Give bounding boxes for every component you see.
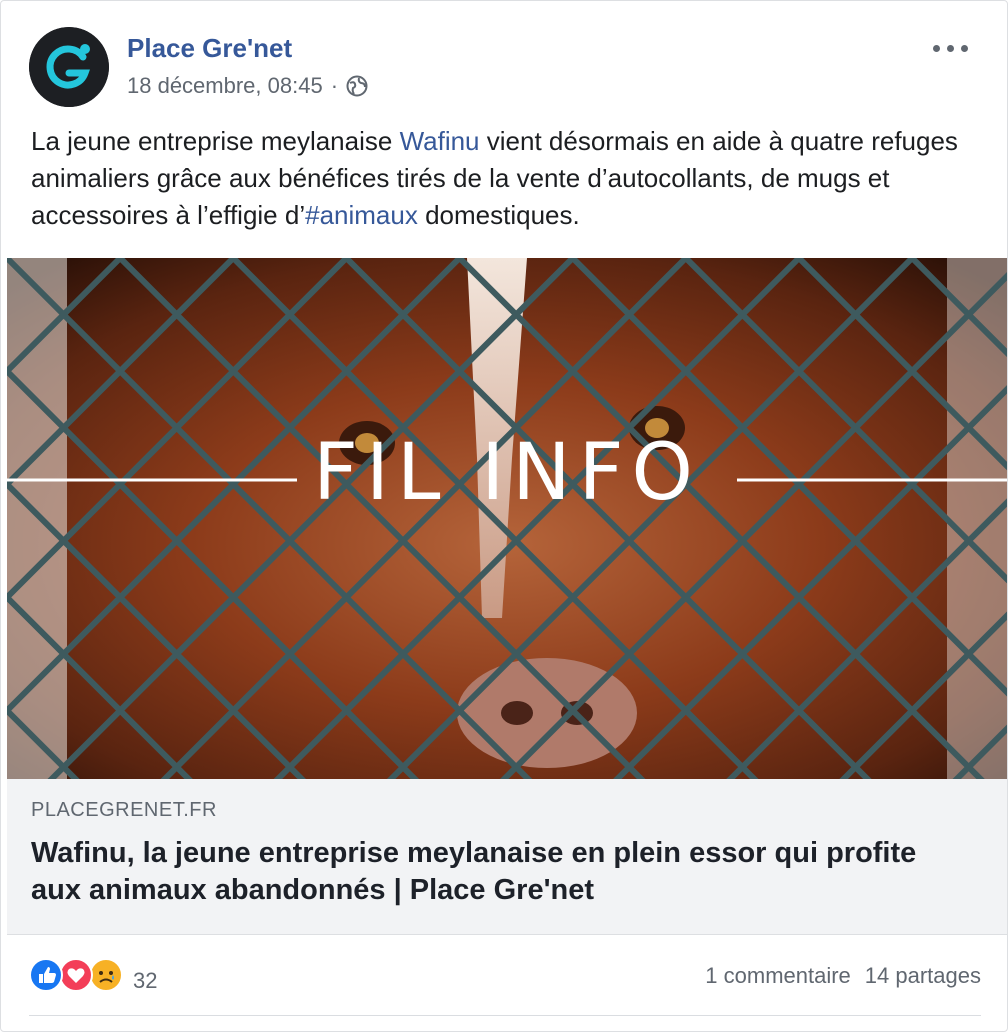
engagement-counts: 1 commentaire 14 partages — [705, 963, 981, 989]
comments-count-link[interactable]: 1 commentaire — [705, 963, 851, 988]
love-icon — [59, 958, 93, 992]
wafinu-link[interactable]: Wafinu — [400, 126, 480, 156]
place-grenet-logo — [29, 27, 109, 107]
link-domain: PLACEGRENET.FR — [31, 799, 217, 821]
fil-info-overlay: FIL INFO — [313, 428, 701, 518]
footer-divider — [29, 1015, 981, 1016]
post-image[interactable]: FIL INFO — [7, 258, 1007, 779]
post-card: Place Gre'net 18 décembre, 08:45 · La je… — [0, 0, 1008, 1032]
post-footer: 32 1 commentaire 14 partages — [29, 953, 989, 997]
dog-behind-fence-photo — [7, 258, 1007, 779]
like-icon — [29, 958, 63, 992]
post-timestamp[interactable]: 18 décembre, 08:45 — [127, 73, 323, 99]
meta-separator: · — [330, 73, 339, 98]
hashtag-animaux-link[interactable]: #animaux — [305, 200, 418, 230]
post-text-part1: La jeune entreprise meylanaise — [31, 126, 400, 156]
link-title[interactable]: Wafinu, la jeune entreprise meylanaise e… — [31, 835, 931, 909]
sad-icon — [89, 958, 123, 992]
post-header: Place Gre'net 18 décembre, 08:45 · — [29, 27, 989, 107]
post-text: La jeune entreprise meylanaise Wafinu vi… — [31, 123, 981, 234]
post-meta: 18 décembre, 08:45 · — [127, 73, 368, 99]
link-preview-card[interactable]: PLACEGRENET.FR Wafinu, la jeune entrepri… — [7, 779, 1007, 935]
more-options-icon[interactable] — [931, 37, 971, 57]
globe-icon[interactable] — [346, 75, 368, 97]
shares-count-link[interactable]: 14 partages — [865, 963, 981, 988]
page-name-link[interactable]: Place Gre'net — [127, 33, 292, 64]
post-text-part3: domestiques. — [417, 200, 580, 230]
reaction-count[interactable]: 32 — [133, 968, 157, 994]
page-avatar[interactable] — [29, 27, 109, 107]
